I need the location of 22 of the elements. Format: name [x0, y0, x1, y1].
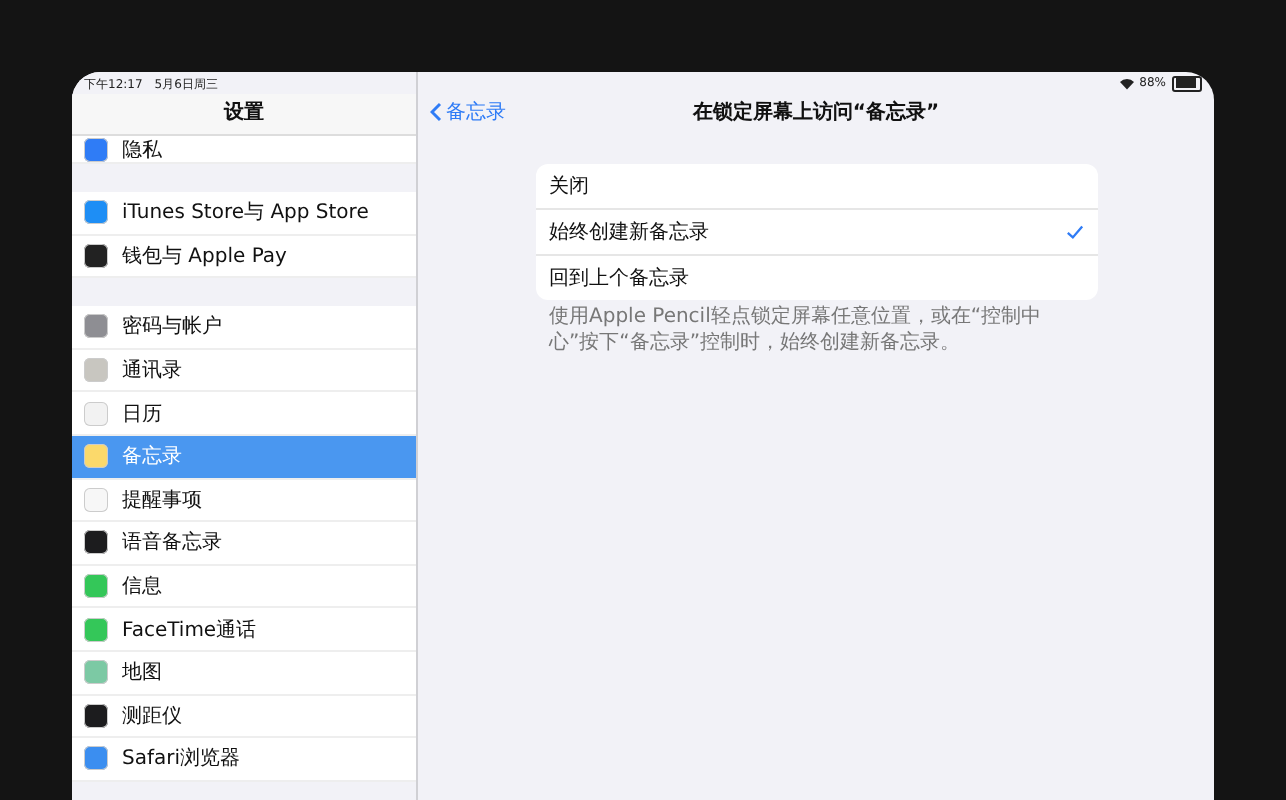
chevron-icon: [430, 102, 442, 122]
sidebar-item[interactable]: 测距仪: [72, 695, 416, 739]
sidebar-item[interactable]: 钱包与 Apple Pay: [72, 235, 416, 279]
sidebar-title: 设置: [72, 94, 416, 136]
option-row[interactable]: 关闭: [535, 164, 1097, 210]
sidebar-item[interactable]: Safari浏览器: [72, 738, 416, 782]
sidebar-item[interactable]: FaceTime通话: [72, 608, 416, 652]
sidebar-item[interactable]: 提醒事项: [72, 479, 416, 523]
battery-icon: [1172, 75, 1202, 91]
sidebar-item[interactable]: 隐私: [72, 136, 416, 164]
sidebar-item[interactable]: 信息: [72, 565, 416, 609]
footer-note: 使用Apple Pencil轻点锁定屏幕任意位置，或在“控制中心”按下“备忘录”控制时，始终创建新备忘录。: [546, 303, 1044, 357]
sidebar-item[interactable]: iTunes Store与 App Store: [72, 192, 416, 236]
sidebar-item[interactable]: 通讯录: [72, 349, 416, 393]
page-title: 在锁定屏幕上访问“备忘录”: [692, 98, 940, 126]
sidebar-item[interactable]: 地图: [72, 651, 416, 696]
sidebar-item[interactable]: 语音备忘录: [72, 522, 416, 566]
option-row[interactable]: 回到上个备忘录: [535, 256, 1097, 300]
wifi-icon: [1119, 77, 1134, 89]
back-link[interactable]: 备忘录: [430, 98, 506, 126]
option-row[interactable]: 始终创建新备忘录: [535, 210, 1097, 256]
sidebar-item[interactable]: 密码与帐户: [72, 306, 416, 350]
